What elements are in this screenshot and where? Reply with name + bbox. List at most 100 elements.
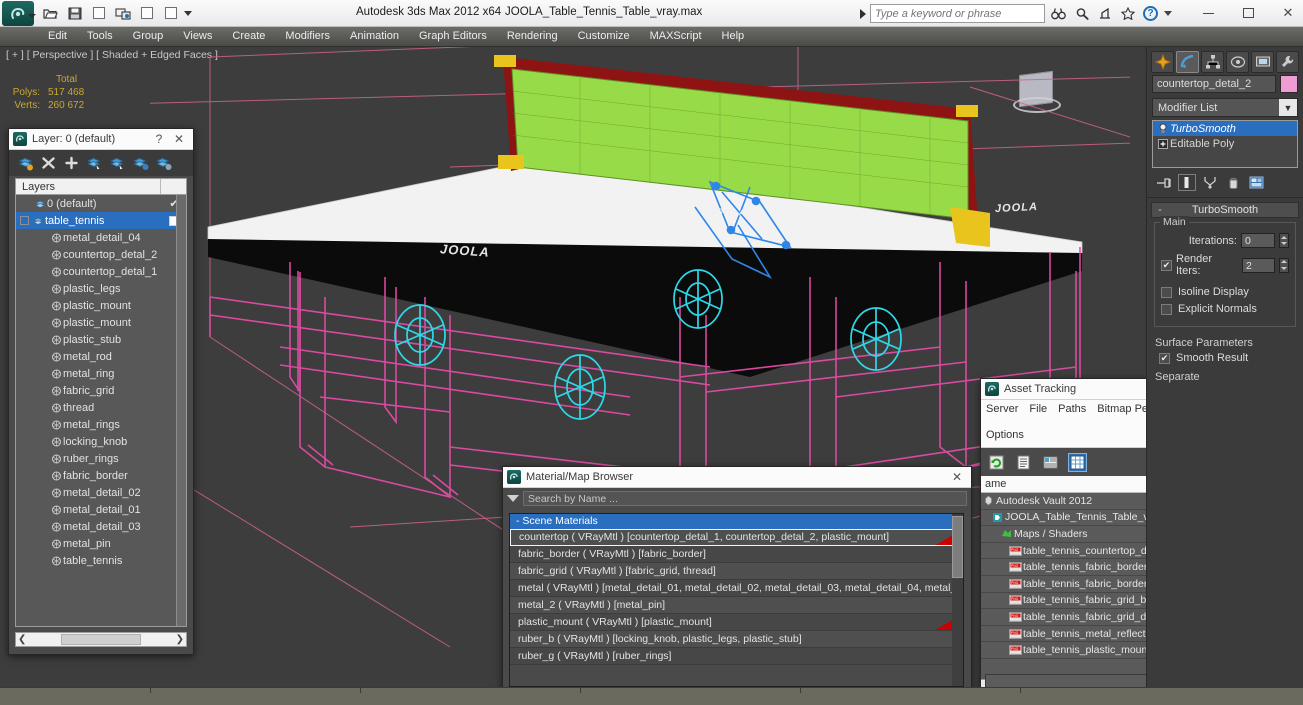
menu-item-modifiers[interactable]: Modifiers bbox=[275, 27, 340, 46]
layer-row[interactable]: table_tennis bbox=[16, 552, 186, 569]
layer-row[interactable]: metal_pin bbox=[16, 535, 186, 552]
modifier-stack-item-editable-poly[interactable]: Editable Poly bbox=[1153, 136, 1297, 151]
iterations-spinner-arrows[interactable] bbox=[1279, 233, 1289, 248]
layer-row[interactable]: countertop_detal_2 bbox=[16, 246, 186, 263]
render-iters-spinner[interactable]: 2 bbox=[1241, 257, 1276, 273]
select-objects-icon[interactable] bbox=[86, 155, 103, 172]
asset-menu-server[interactable]: Server bbox=[986, 402, 1018, 417]
redo-icon[interactable] bbox=[112, 3, 133, 23]
menu-item-edit[interactable]: Edit bbox=[38, 27, 77, 46]
material-list-item[interactable]: countertop ( VRayMtl ) [countertop_detal… bbox=[510, 529, 963, 546]
menu-item-graph-editors[interactable]: Graph Editors bbox=[409, 27, 497, 46]
create-tab[interactable] bbox=[1151, 50, 1174, 73]
close-button[interactable]: ✕ bbox=[1277, 3, 1299, 23]
material-list-item[interactable]: plastic_mount ( VRayMtl ) [plastic_mount… bbox=[510, 614, 963, 631]
object-name-field[interactable]: countertop_detal_2 bbox=[1152, 75, 1276, 93]
qat-overflow-caret-icon[interactable] bbox=[184, 10, 192, 16]
make-unique-icon[interactable] bbox=[1201, 174, 1219, 191]
select-highlighted-icon[interactable] bbox=[109, 155, 126, 172]
material-list-item[interactable]: fabric_grid ( VRayMtl ) [fabric_grid, th… bbox=[510, 563, 963, 580]
layer-panel-close-button[interactable]: ✕ bbox=[169, 130, 189, 148]
new-layer-icon[interactable] bbox=[17, 155, 34, 172]
binoculars-icon[interactable] bbox=[1049, 4, 1068, 23]
subscription-icon[interactable] bbox=[1095, 4, 1114, 23]
modify-tab[interactable] bbox=[1176, 50, 1199, 73]
scroll-right-icon[interactable]: ❯ bbox=[176, 634, 184, 645]
menu-item-help[interactable]: Help bbox=[712, 27, 755, 46]
material-list[interactable]: - Scene Materials countertop ( VRayMtl )… bbox=[509, 513, 964, 687]
magnifier-icon[interactable] bbox=[1072, 4, 1091, 23]
layer-row[interactable]: table_tennis bbox=[16, 212, 186, 229]
app-menu-caret-icon[interactable] bbox=[28, 14, 36, 18]
menu-item-group[interactable]: Group bbox=[123, 27, 174, 46]
list-view-icon[interactable] bbox=[1014, 453, 1033, 472]
chevron-down-icon[interactable]: ▼ bbox=[1279, 99, 1297, 116]
menu-item-animation[interactable]: Animation bbox=[340, 27, 409, 46]
layer-row[interactable]: plastic_legs bbox=[16, 280, 186, 297]
layer-row[interactable]: thread bbox=[16, 399, 186, 416]
material-list-item[interactable]: ruber_b ( VRayMtl ) [locking_knob, plast… bbox=[510, 631, 963, 648]
material-list-item[interactable]: fabric_border ( VRayMtl ) [fabric_border… bbox=[510, 546, 963, 563]
menu-item-views[interactable]: Views bbox=[173, 27, 222, 46]
refresh-icon[interactable] bbox=[987, 453, 1006, 472]
modifier-stack[interactable]: TurboSmooth Editable Poly bbox=[1152, 120, 1298, 168]
layers-list[interactable]: 0 (default) ✔ table_tennis metal_detail_04 c… bbox=[15, 195, 187, 627]
show-end-result-icon[interactable] bbox=[1178, 174, 1196, 191]
detail-view-icon[interactable] bbox=[1041, 453, 1060, 472]
search-input[interactable] bbox=[870, 4, 1045, 23]
isoline-display-checkbox[interactable] bbox=[1161, 286, 1172, 298]
scroll-left-icon[interactable]: ❮ bbox=[18, 634, 26, 645]
add-layer-icon[interactable] bbox=[63, 155, 80, 172]
save-icon[interactable] bbox=[64, 3, 85, 23]
pin-stack-icon[interactable] bbox=[1155, 174, 1173, 191]
layer-row[interactable]: ruber_rings bbox=[16, 450, 186, 467]
layer-row[interactable]: plastic_mount bbox=[16, 314, 186, 331]
rollout-collapse-icon[interactable]: - bbox=[1152, 204, 1168, 216]
material-browser-close-button[interactable]: ✕ bbox=[947, 468, 967, 486]
motion-tab[interactable] bbox=[1226, 50, 1249, 73]
material-scroll-thumb[interactable] bbox=[952, 516, 963, 578]
layers-horizontal-scrollbar[interactable]: ❮ ❯ bbox=[15, 632, 187, 647]
layers-vertical-scrollbar[interactable] bbox=[176, 195, 186, 626]
utilities-tab[interactable] bbox=[1276, 50, 1299, 73]
menu-item-create[interactable]: Create bbox=[222, 27, 275, 46]
scroll-thumb[interactable] bbox=[61, 634, 141, 645]
asset-menu-options[interactable]: Options bbox=[986, 428, 1024, 443]
material-list-scrollbar[interactable] bbox=[952, 514, 963, 686]
help-caret-icon[interactable] bbox=[1164, 11, 1172, 16]
layer-panel-help-button[interactable]: ? bbox=[149, 130, 169, 148]
layer-row[interactable]: locking_knob bbox=[16, 433, 186, 450]
help-icon[interactable]: ? bbox=[1141, 4, 1160, 23]
configure-sets-icon[interactable] bbox=[1247, 174, 1265, 191]
grid-view-icon[interactable] bbox=[1068, 452, 1087, 472]
render-icon[interactable] bbox=[136, 3, 157, 23]
layer-row[interactable]: metal_detail_04 bbox=[16, 229, 186, 246]
material-list-item[interactable]: ruber_g ( VRayMtl ) [ruber_rings] bbox=[510, 648, 963, 665]
group-collapse-icon[interactable]: - bbox=[516, 515, 520, 527]
undo-icon[interactable] bbox=[88, 3, 109, 23]
expand-toggle-icon[interactable] bbox=[20, 216, 29, 225]
material-list-item[interactable]: metal_2 ( VRayMtl ) [metal_pin] bbox=[510, 597, 963, 614]
layer-row[interactable]: countertop_detal_1 bbox=[16, 263, 186, 280]
workspace-arrow-icon[interactable] bbox=[860, 8, 866, 19]
remove-modifier-icon[interactable] bbox=[1224, 174, 1242, 191]
minimize-button[interactable] bbox=[1197, 3, 1219, 23]
asset-menu-paths[interactable]: Paths bbox=[1058, 402, 1086, 417]
expand-plus-icon[interactable] bbox=[1156, 138, 1170, 149]
favorites-star-icon[interactable] bbox=[1118, 4, 1137, 23]
iterations-spinner[interactable]: 0 bbox=[1241, 233, 1275, 248]
render-setup-icon[interactable] bbox=[160, 3, 181, 23]
layer-row[interactable]: plastic_mount bbox=[16, 297, 186, 314]
layer-row[interactable]: metal_detail_02 bbox=[16, 484, 186, 501]
explicit-normals-checkbox[interactable] bbox=[1161, 303, 1172, 315]
material-map-browser-window[interactable]: Material/Map Browser ✕ Search by Name ..… bbox=[502, 466, 972, 694]
modifier-stack-item-turbosmooth[interactable]: TurboSmooth bbox=[1153, 121, 1297, 136]
layer-row[interactable]: fabric_border bbox=[16, 467, 186, 484]
layer-row[interactable]: metal_rod bbox=[16, 348, 186, 365]
material-search-input[interactable]: Search by Name ... bbox=[523, 490, 967, 506]
menu-item-tools[interactable]: Tools bbox=[77, 27, 123, 46]
display-tab[interactable] bbox=[1251, 50, 1274, 73]
smooth-result-checkbox[interactable]: ✔ bbox=[1159, 352, 1170, 364]
material-list-item[interactable]: metal ( VRayMtl ) [metal_detail_01, meta… bbox=[510, 580, 963, 597]
lightbulb-icon[interactable] bbox=[1156, 123, 1170, 134]
